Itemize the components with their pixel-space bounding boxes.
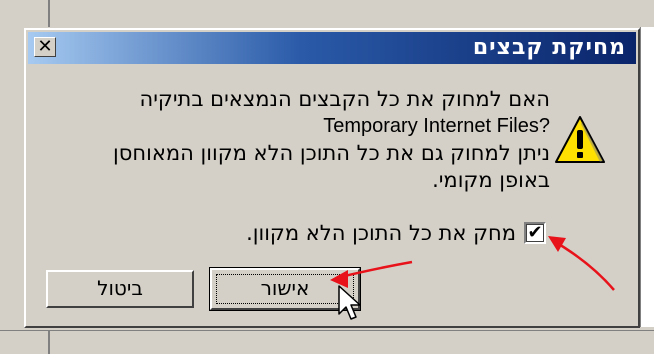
- checkmark-icon: ✔: [527, 222, 543, 243]
- dialog-title: מחיקת קבצים: [472, 35, 626, 60]
- cancel-button[interactable]: ביטול: [46, 270, 194, 308]
- ok-button-label: אישור: [260, 276, 310, 300]
- background-divider-bottom: [48, 330, 50, 354]
- warning-icon: [555, 116, 605, 163]
- delete-offline-content-checkbox[interactable]: ✔: [524, 222, 546, 244]
- dialog-titlebar[interactable]: מחיקת קבצים ✕: [28, 32, 636, 64]
- close-button[interactable]: ✕: [34, 37, 56, 57]
- background-divider: [48, 0, 50, 27]
- background-window-status-area: [0, 330, 654, 354]
- checkbox-label: מחק את כל התוכן הלא מקוון.: [246, 221, 516, 245]
- ok-button[interactable]: אישור: [209, 267, 361, 311]
- delete-files-dialog: מחיקת קבצים ✕ האם למחוק את כל הקבצים הנמ…: [24, 28, 640, 328]
- background-window-toolbar: [0, 0, 654, 27]
- cancel-button-label: ביטול: [97, 276, 143, 300]
- delete-offline-content-option[interactable]: ✔ מחק את כל התוכן הלא מקוון.: [126, 220, 546, 248]
- message-line: ניתן למחוק גם את כל התוכן הלא מקוון המאו…: [113, 141, 550, 165]
- background-window-list-edge: [640, 27, 654, 327]
- message-line: ?Temporary Internet Files: [323, 115, 550, 137]
- message-line: האם למחוק את כל הקבצים הנמצאים בתיקיה: [139, 87, 550, 111]
- message-line: באופן מקומי.: [432, 168, 550, 192]
- close-icon: ✕: [37, 36, 53, 57]
- dialog-message: האם למחוק את כל הקבצים הנמצאים בתיקיה ?T…: [86, 86, 550, 194]
